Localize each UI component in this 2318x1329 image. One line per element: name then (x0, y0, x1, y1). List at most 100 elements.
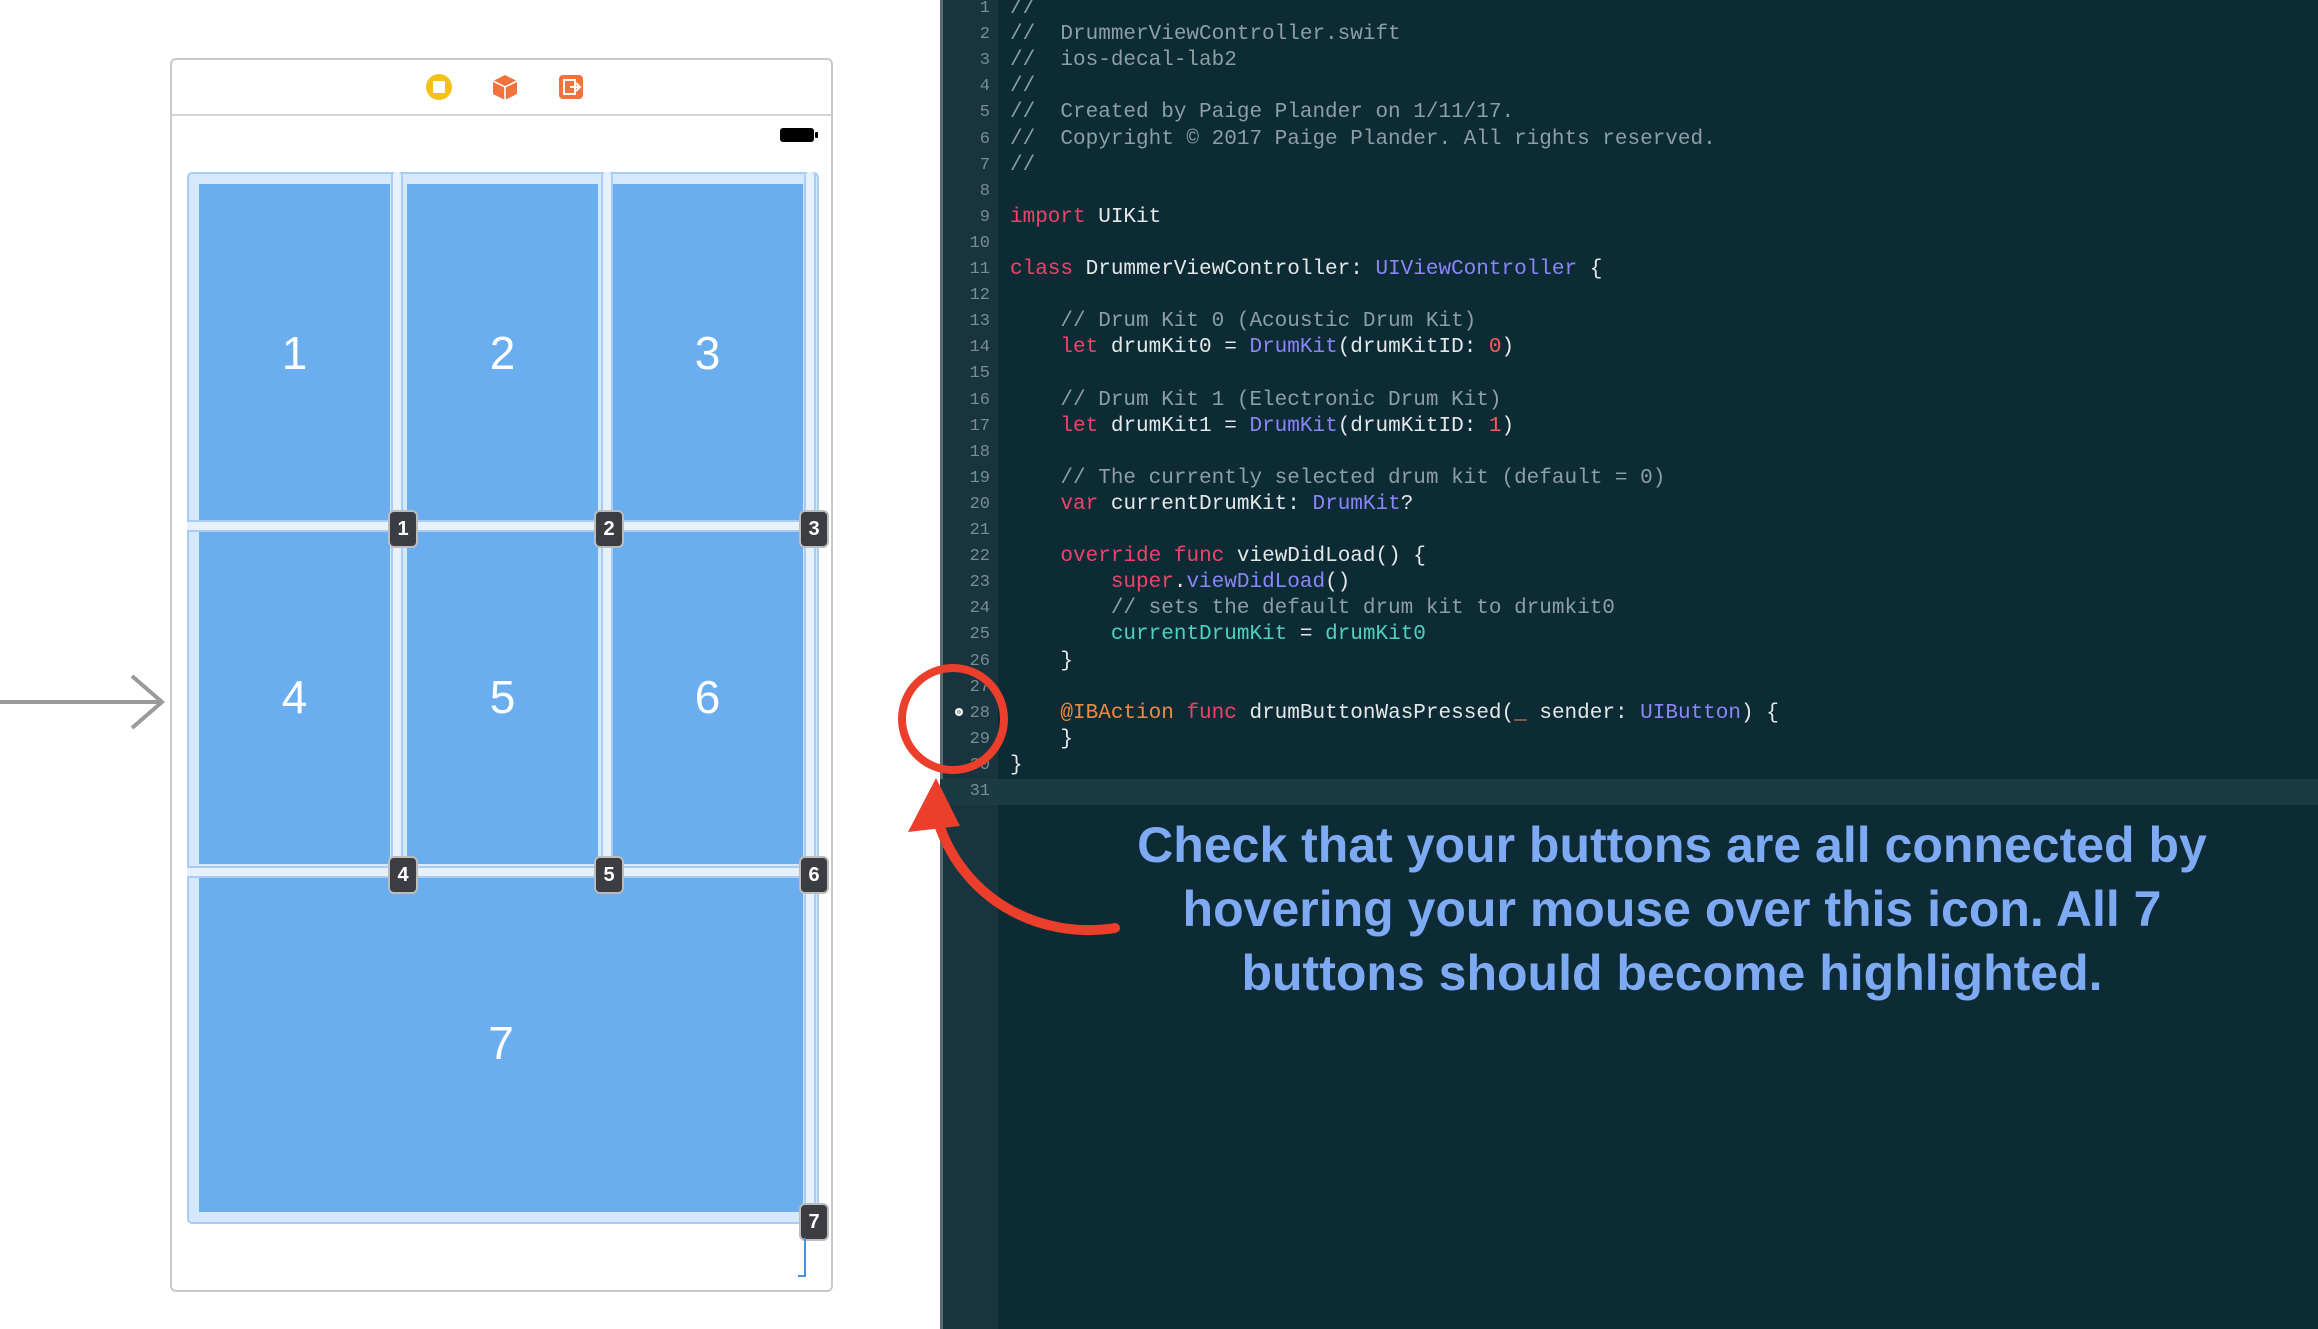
code-text: // Copyright © 2017 Paige Plander. All r… (1010, 127, 1716, 153)
line-number: 20 (969, 494, 990, 514)
code-text: // (1010, 74, 1035, 100)
code-token: currentDrumKit (1110, 623, 1288, 647)
code-token: DrumKit (1249, 336, 1338, 360)
line-number: 7 (979, 155, 990, 175)
code-line[interactable]: 6 // Copyright © 2017 Paige Plander. All … (940, 127, 2318, 153)
code-line[interactable]: 17 let drumKit1 = DrumKit(drumKitID: 1) (940, 414, 2318, 440)
code-line[interactable]: 31 (940, 779, 2318, 805)
code-line[interactable]: 30} (940, 753, 2318, 779)
connection-badge-7[interactable]: 7 (799, 1203, 829, 1241)
line-number: 12 (969, 286, 990, 306)
code-line[interactable]: 11 class DrummerViewController: UIViewCon… (940, 257, 2318, 283)
code-line[interactable]: 26 } (940, 649, 2318, 675)
line-number: 22 (969, 547, 990, 567)
drum-button-3[interactable]: 3 (612, 184, 803, 522)
code-token: (drumKitID: (1337, 336, 1489, 360)
exit-icon[interactable] (556, 72, 586, 102)
code-line[interactable]: 28 @IBAction func drumButtonWasPressed(_… (940, 701, 2318, 727)
code-line[interactable]: 3 // ios-decal-lab2 (940, 48, 2318, 74)
code-line[interactable]: 9 import UIKit (940, 205, 2318, 231)
connection-badge-3[interactable]: 3 (799, 510, 829, 548)
code-text: currentDrumKit = drumKit0 (1010, 622, 1426, 648)
code-line[interactable]: 14 let drumKit0 = DrumKit(drumKitID: 0) (940, 335, 2318, 361)
code-token: // (1010, 153, 1036, 177)
code-line[interactable]: 22 override func viewDidLoad() { (940, 544, 2318, 570)
code-line[interactable]: 15 (940, 361, 2318, 387)
code-line[interactable]: 19 // The currently selected drum kit (d… (940, 466, 2318, 492)
drum-button-7[interactable]: 7 (199, 874, 803, 1212)
connection-badge-5[interactable]: 5 (594, 856, 624, 894)
line-number: 17 (969, 416, 990, 436)
code-text: // The currently selected drum kit (defa… (1010, 466, 1665, 492)
code-line[interactable]: 20 var currentDrumKit: DrumKit? (940, 492, 2318, 518)
code-token: . (1173, 571, 1187, 595)
line-number: 16 (969, 390, 990, 410)
line-number: 11 (969, 260, 990, 279)
code-token: = (1287, 623, 1326, 647)
initial-view-controller-arrow-icon[interactable] (0, 672, 170, 732)
connection-badge-2[interactable]: 2 (594, 510, 624, 548)
scene-dock (172, 60, 831, 116)
code-token: import (1010, 205, 1086, 229)
line-number: 14 (969, 338, 990, 358)
connection-badge-4[interactable]: 4 (388, 856, 418, 894)
code-line[interactable]: 27 (940, 675, 2318, 701)
line-number: 2 (979, 25, 990, 45)
code-line[interactable]: 23 super.viewDidLoad() (940, 570, 2318, 596)
code-text: let drumKit0 = DrumKit(drumKitID: 0) (1010, 335, 1514, 361)
instruction-line: hovering your mouse over this icon. All … (1182, 881, 2162, 937)
code-text: // Drum Kit 1 (Electronic Drum Kit) (1010, 388, 1501, 414)
view-controller-icon[interactable] (424, 72, 454, 102)
code-text: } (1010, 649, 1073, 675)
connection-badge-6[interactable]: 6 (799, 856, 829, 894)
code-line[interactable]: 5 // Created by Paige Plander on 1/11/17. (940, 100, 2318, 126)
code-line[interactable]: 8 (940, 179, 2318, 205)
code-line[interactable]: 12 (940, 283, 2318, 309)
code-line[interactable]: 2 // DrummerViewController.swift (940, 22, 2318, 48)
stack-spacing-guide (187, 866, 817, 878)
drum-button-4[interactable]: 4 (199, 530, 390, 864)
code-text: // (1010, 0, 1035, 22)
code-line[interactable]: 7 // (940, 153, 2318, 179)
code-line[interactable]: 24 // sets the default drum kit to drumk… (940, 596, 2318, 622)
drum-button-label: 4 (281, 671, 308, 723)
instruction-text: Check that your buttons are all connecte… (1092, 813, 2252, 1005)
code-line[interactable]: 21 (940, 518, 2318, 544)
code-line[interactable]: 4 // (940, 74, 2318, 100)
first-responder-icon[interactable] (490, 72, 520, 102)
code-token: _ (1514, 701, 1527, 725)
code-line[interactable]: 16 // Drum Kit 1 (Electronic Drum Kit) (940, 388, 2318, 414)
line-number: 13 (969, 312, 990, 332)
line-number: 25 (969, 625, 990, 645)
code-token: drumKit0 = (1098, 336, 1250, 360)
code-line[interactable]: 29 } (940, 727, 2318, 753)
drum-button-5[interactable]: 5 (407, 530, 598, 864)
code-line[interactable]: 10 (940, 231, 2318, 257)
code-line[interactable]: 1 // (940, 0, 2318, 22)
code-editor[interactable]: 1 // 2 // DrummerViewController.swift 3 // io… (940, 0, 2318, 1329)
code-token: let (1060, 336, 1099, 360)
code-token: // Created by Paige Plander on 1/11/17. (1010, 101, 1515, 125)
connection-badge-1[interactable]: 1 (388, 510, 418, 548)
code-token: var (1060, 492, 1099, 516)
instruction-line: buttons should become highlighted. (1241, 945, 2103, 1001)
code-line[interactable]: 25 currentDrumKit = drumKit0 (940, 622, 2318, 648)
code-token: drumButtonWasPressed( (1236, 701, 1515, 725)
code-token: DrummerViewController: (1073, 258, 1376, 281)
code-line[interactable]: 18 (940, 440, 2318, 466)
line-number: 21 (969, 521, 990, 540)
drum-button-2[interactable]: 2 (407, 184, 598, 522)
line-number: 6 (979, 129, 990, 149)
code-token: override (1060, 545, 1162, 569)
line-number: 5 (979, 103, 990, 123)
code-line[interactable]: 13 // Drum Kit 0 (Acoustic Drum Kit) (940, 309, 2318, 335)
code-token: func (1173, 545, 1225, 569)
drum-button-6[interactable]: 6 (612, 530, 803, 864)
code-token: ) (1501, 336, 1515, 360)
code-token: // (1010, 75, 1036, 99)
drum-button-1[interactable]: 1 (199, 184, 390, 522)
highlight-circle (898, 664, 1008, 774)
